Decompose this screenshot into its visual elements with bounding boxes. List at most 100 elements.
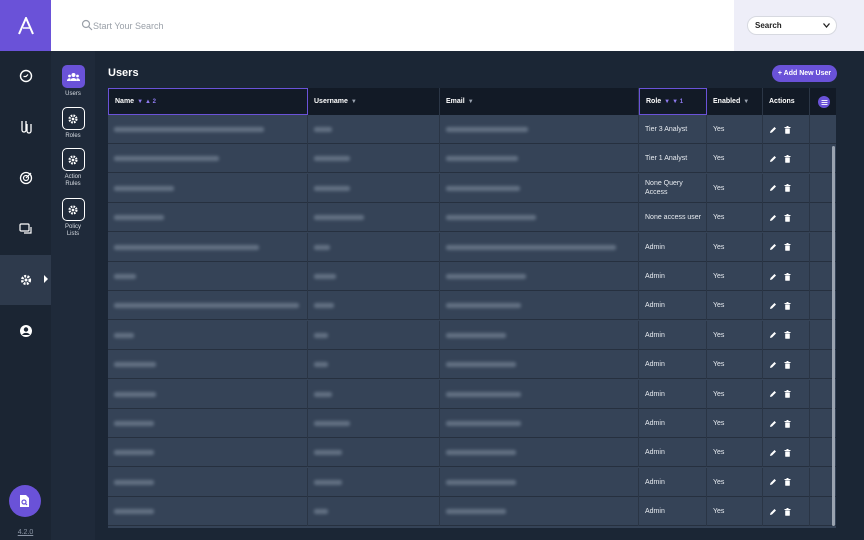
cell-actions (763, 379, 810, 409)
table-row[interactable]: Admin Yes (108, 379, 836, 409)
nav-item-messages[interactable] (0, 204, 51, 254)
cell-role: Admin (639, 409, 707, 438)
cell-enabled: Yes (707, 232, 763, 262)
cell-email (440, 320, 639, 350)
trash-icon[interactable] (784, 301, 791, 310)
row-actions (769, 478, 791, 486)
edit-pencil-icon[interactable] (769, 184, 777, 192)
table-row[interactable]: None Query Access Yes (108, 173, 836, 203)
edit-pencil-icon[interactable] (769, 155, 777, 163)
subnav-item-action-rules[interactable]: Action Rules (51, 148, 95, 188)
nav-item-profile[interactable] (0, 306, 51, 356)
cell-name (108, 409, 308, 438)
column-title: Enabled (713, 98, 741, 105)
edit-pencil-icon[interactable] (769, 478, 777, 486)
column-title: Actions (769, 98, 795, 105)
subnav-item-users[interactable]: Users (51, 65, 95, 98)
edit-pencil-icon[interactable] (769, 302, 777, 310)
redacted-text (314, 127, 332, 132)
nav-item-investigations[interactable] (0, 102, 51, 152)
redacted-text (446, 215, 536, 221)
column-header-actions: Actions (763, 88, 810, 115)
column-header-enabled[interactable]: Enabled ▼ (707, 88, 763, 115)
cell-username (308, 115, 440, 144)
edit-pencil-icon[interactable] (769, 449, 777, 457)
trash-icon[interactable] (784, 213, 791, 222)
table-row[interactable]: Admin Yes (108, 438, 836, 468)
global-search-input[interactable] (93, 16, 393, 36)
table-row[interactable]: Admin Yes (108, 350, 836, 380)
edit-pencil-icon[interactable] (769, 273, 777, 281)
cell-username (308, 144, 440, 174)
cell-role: Admin (639, 497, 707, 527)
column-header-email[interactable]: Email ▼ (440, 88, 639, 115)
trash-icon[interactable] (784, 184, 791, 192)
subnav-item-roles[interactable]: Roles (51, 107, 95, 140)
version-link[interactable]: 4.2.0 (0, 529, 51, 536)
edit-pencil-icon[interactable] (769, 390, 777, 398)
table-scrollbar[interactable] (832, 146, 835, 526)
nav-item-dashboard[interactable] (0, 51, 51, 101)
filter-icon[interactable]: ▼ (351, 99, 357, 105)
nav-item-analytics[interactable] (0, 153, 51, 203)
gear-icon (20, 274, 31, 286)
table-row[interactable]: Admin Yes (108, 262, 836, 291)
page-title: Users (108, 67, 139, 79)
edit-pencil-icon[interactable] (769, 420, 777, 428)
trash-icon[interactable] (784, 448, 791, 457)
table-row[interactable]: Admin Yes (108, 291, 836, 321)
redacted-text (446, 421, 521, 426)
redacted-text (446, 479, 516, 485)
redacted-text (314, 479, 342, 485)
trash-icon[interactable] (784, 331, 791, 339)
cell-username (308, 291, 440, 321)
trash-icon[interactable] (784, 478, 791, 486)
row-actions (769, 360, 791, 369)
trash-icon[interactable] (784, 419, 791, 428)
filter-icon[interactable]: ▼ (743, 99, 749, 105)
trash-icon[interactable] (784, 360, 791, 369)
app-logo[interactable] (0, 0, 51, 51)
cell-email (440, 409, 639, 438)
edit-pencil-icon[interactable] (769, 126, 777, 134)
trash-icon[interactable] (784, 154, 791, 163)
add-new-user-button[interactable]: + Add New User (772, 65, 837, 82)
help-button[interactable] (9, 485, 41, 517)
trash-icon[interactable] (784, 390, 791, 398)
subnav-item-policy-lists[interactable]: Policy Lists (51, 198, 95, 238)
table-row[interactable]: Admin Yes (108, 467, 836, 497)
edit-pencil-icon[interactable] (769, 331, 777, 339)
trash-icon[interactable] (784, 507, 791, 516)
column-header-username[interactable]: Username ▼ (308, 88, 440, 115)
nav-item-settings[interactable] (0, 255, 51, 305)
search-scope-select[interactable]: Search (747, 16, 837, 35)
table-row[interactable]: Tier 1 Analyst Yes (108, 144, 836, 174)
column-header-role[interactable]: Role ▼ ▼ 1 (639, 88, 707, 115)
edit-pencil-icon[interactable] (769, 508, 777, 516)
cell-role: Admin (639, 232, 707, 262)
table-row[interactable]: Admin Yes (108, 497, 836, 527)
table-row[interactable]: Admin Yes (108, 409, 836, 438)
cell-enabled: Yes (707, 379, 763, 409)
table-row[interactable]: Admin Yes (108, 232, 836, 262)
table-row[interactable]: Admin Yes (108, 320, 836, 350)
table-row[interactable]: None access user Yes (108, 203, 836, 233)
edit-pencil-icon[interactable] (769, 361, 777, 369)
policy-lists-icon (61, 198, 85, 221)
column-title: Username (314, 98, 348, 105)
filter-icon[interactable]: ▼ (137, 99, 143, 105)
row-actions (769, 390, 791, 398)
cell-actions (763, 497, 810, 527)
edit-pencil-icon[interactable] (769, 214, 777, 222)
filter-icon[interactable]: ▼ (468, 99, 474, 105)
trash-icon[interactable] (784, 243, 791, 251)
trash-icon[interactable] (784, 125, 791, 134)
column-settings-button[interactable] (818, 96, 830, 108)
redacted-text (446, 303, 521, 309)
edit-pencil-icon[interactable] (769, 243, 777, 251)
table-row[interactable]: Tier 3 Analyst Yes (108, 115, 836, 144)
filter-icon[interactable]: ▼ (664, 99, 670, 105)
column-header-name[interactable]: Name ▼ ▲ 2 (108, 88, 308, 115)
cell-name (108, 438, 308, 468)
trash-icon[interactable] (784, 272, 791, 281)
